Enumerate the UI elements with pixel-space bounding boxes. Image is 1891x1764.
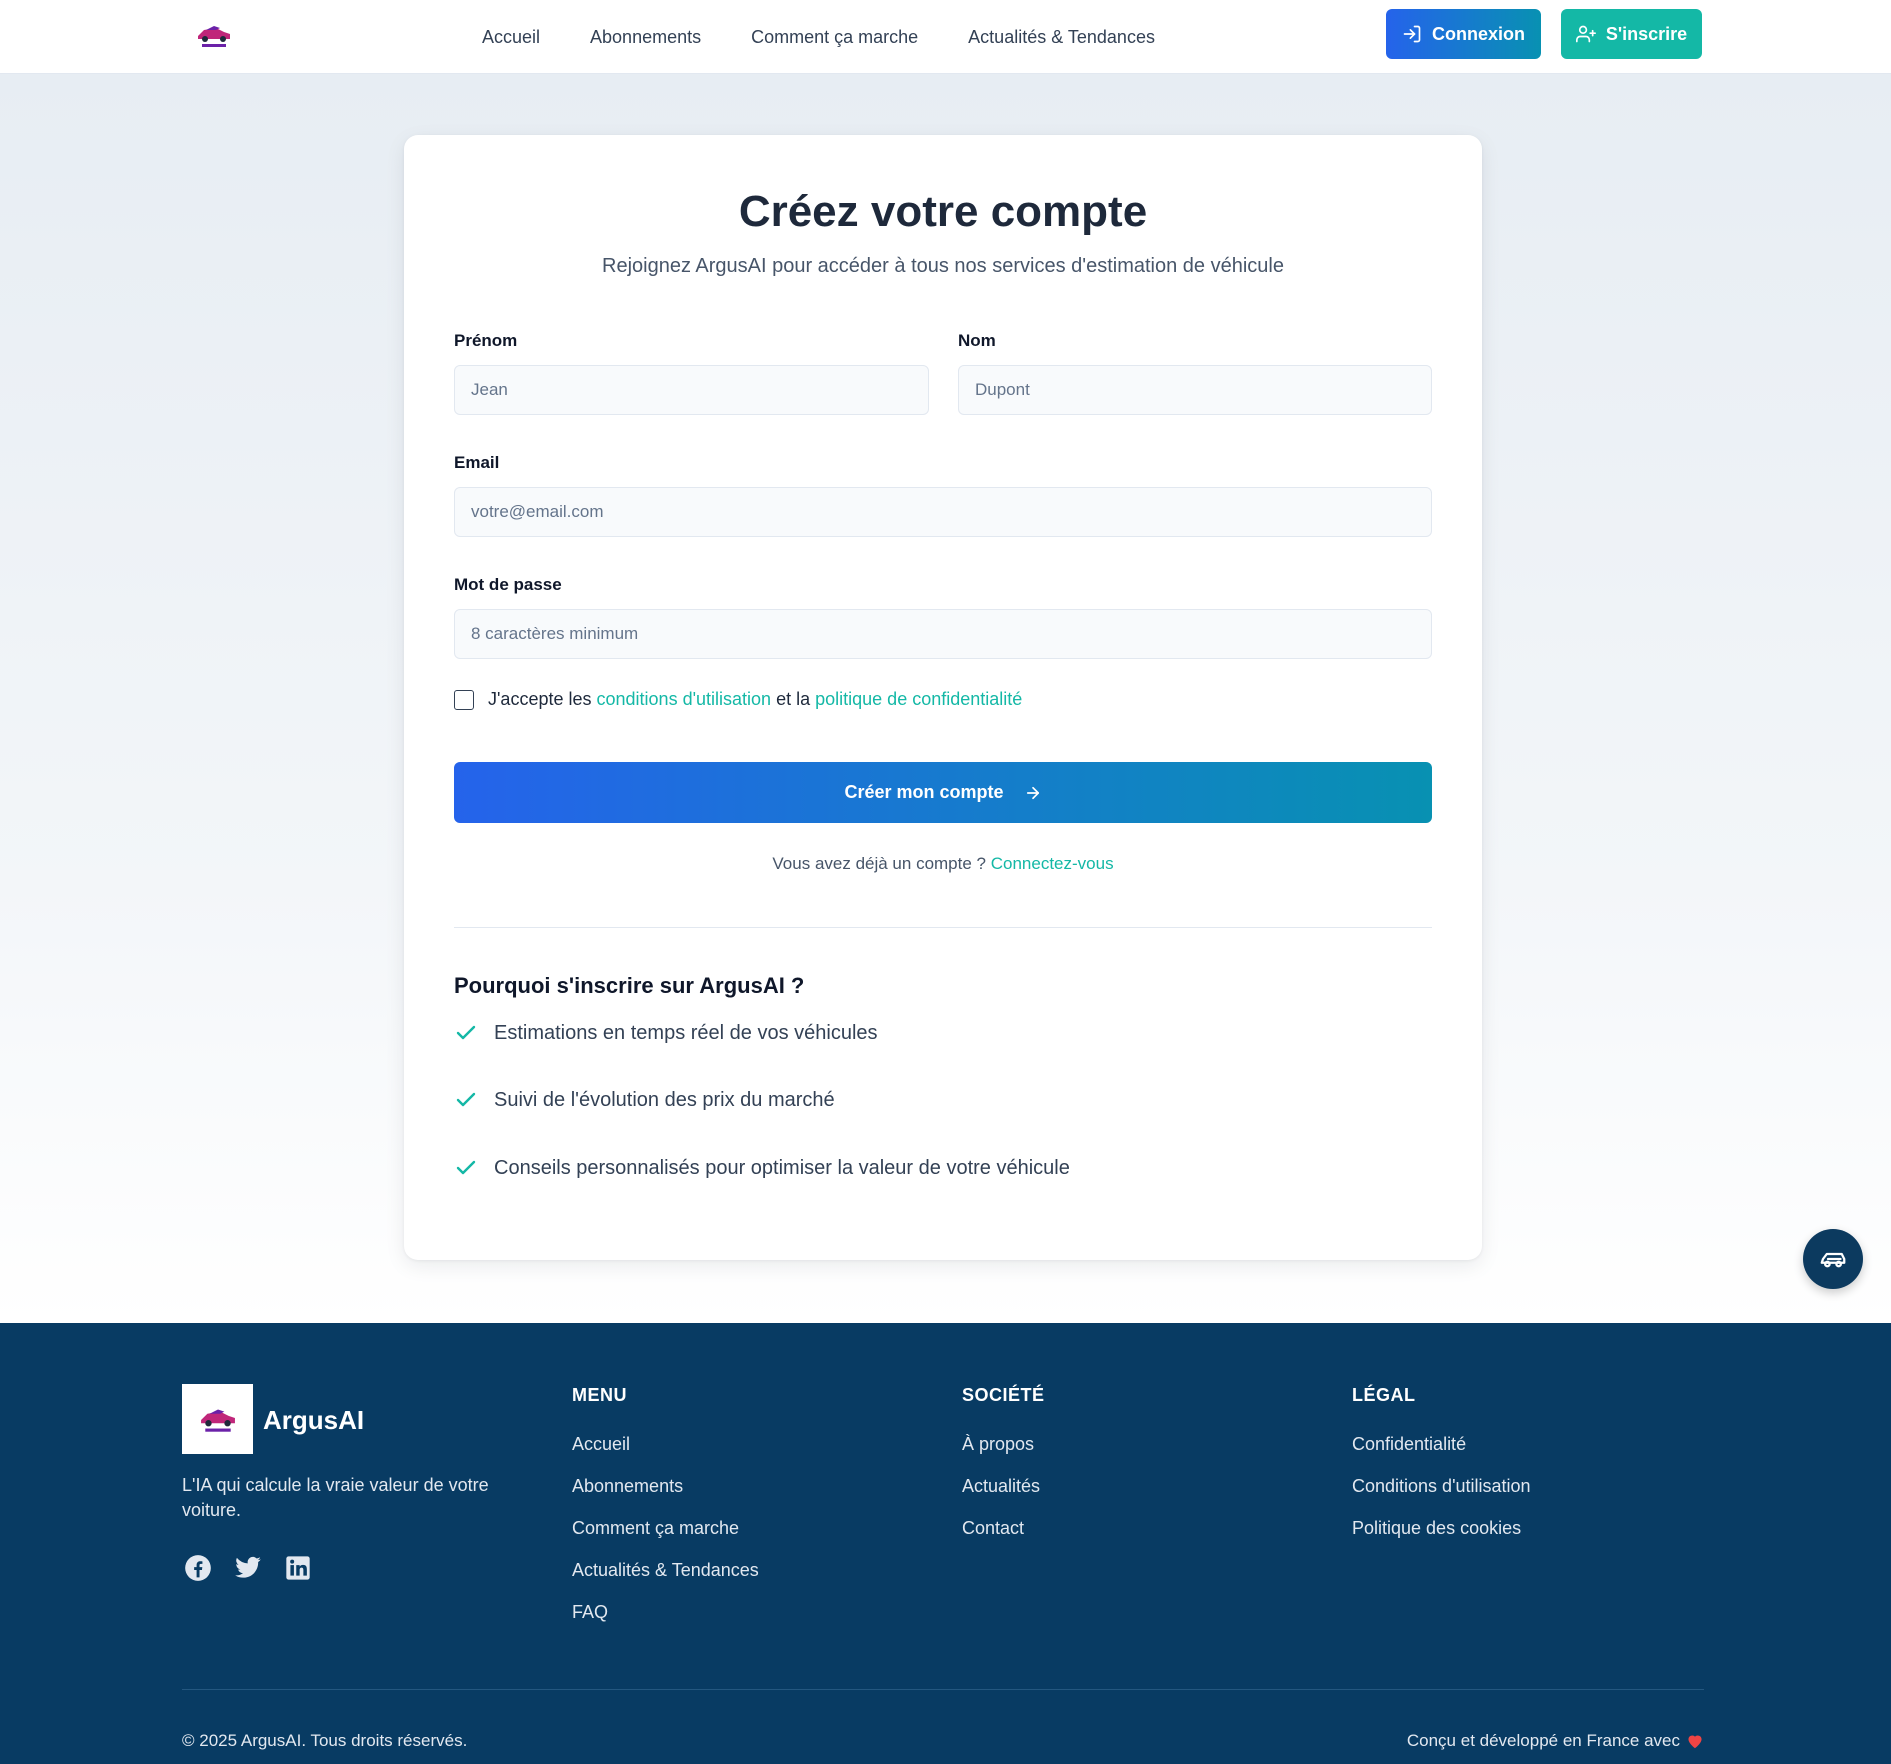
create-account-label: Créer mon compte bbox=[844, 782, 1004, 802]
argusai-logo-icon bbox=[200, 1409, 235, 1432]
last-name-label: Nom bbox=[958, 331, 996, 350]
check-icon bbox=[456, 1092, 476, 1107]
create-account-button[interactable]: Créer mon compte bbox=[454, 762, 1432, 823]
login-icon bbox=[1403, 25, 1421, 43]
nav-accueil[interactable]: Accueil bbox=[482, 27, 540, 48]
arrow-right-icon bbox=[1026, 786, 1039, 799]
site-footer: ArgusAI L'IA qui calcule la vraie valeur… bbox=[0, 1323, 1891, 1764]
password-label: Mot de passe bbox=[454, 575, 562, 594]
footer-link[interactable]: Accueil bbox=[572, 1432, 759, 1457]
footer-tagline: L'IA qui calcule la vraie valeur de votr… bbox=[182, 1475, 489, 1520]
footer-link[interactable]: Confidentialité bbox=[1352, 1432, 1531, 1457]
user-plus-icon bbox=[1575, 25, 1596, 43]
top-header: Accueil Abonnements Comment ça marche Ac… bbox=[0, 0, 1891, 74]
nav-abonnements[interactable]: Abonnements bbox=[590, 27, 701, 48]
nav-actualites-tendances[interactable]: Actualités & Tendances bbox=[968, 27, 1155, 48]
signup-button[interactable]: S'inscrire bbox=[1561, 9, 1702, 59]
nav-comment-ca-marche[interactable]: Comment ça marche bbox=[751, 27, 918, 48]
page-subtitle: Rejoignez ArgusAI pour accéder à tous no… bbox=[602, 255, 1284, 277]
twitter-icon[interactable] bbox=[234, 1554, 262, 1582]
social-links bbox=[184, 1554, 334, 1582]
email-label: Email bbox=[454, 453, 500, 472]
footer-link[interactable]: Actualités bbox=[962, 1474, 1045, 1499]
first-name-input[interactable] bbox=[454, 365, 929, 415]
argusai-logo[interactable] bbox=[194, 18, 234, 52]
why-signup-title: Pourquoi s'inscrire sur ArgusAI ? bbox=[454, 973, 805, 998]
password-input[interactable] bbox=[454, 609, 1432, 659]
login-hint: Vous avez déjà un compte ? Connectez-vou… bbox=[404, 854, 1482, 874]
terms-row: J'accepte les conditions d'utilisation e… bbox=[454, 689, 1022, 710]
footer-link[interactable]: Abonnements bbox=[572, 1474, 759, 1499]
login-link[interactable]: Connectez-vous bbox=[991, 854, 1114, 873]
footer-link[interactable]: À propos bbox=[962, 1432, 1045, 1457]
footer-company-title: SOCIÉTÉ bbox=[962, 1385, 1045, 1405]
terms-checkbox[interactable] bbox=[454, 689, 474, 710]
terms-prefix: J'accepte les bbox=[488, 689, 592, 709]
footer-link[interactable]: Politique des cookies bbox=[1352, 1516, 1531, 1541]
main-nav: Accueil Abonnements Comment ça marche Ac… bbox=[482, 0, 1205, 74]
linkedin-icon[interactable] bbox=[284, 1554, 312, 1582]
copyright: © 2025 ArgusAI. Tous droits réservés. bbox=[182, 1731, 468, 1750]
benefit-item: Suivi de l'évolution des prix du marché bbox=[454, 1088, 835, 1112]
footer-menu-title: MENU bbox=[572, 1385, 627, 1405]
page-title: Créez votre compte bbox=[738, 187, 1148, 236]
benefit-item: Estimations en temps réel de vos véhicul… bbox=[454, 1021, 878, 1045]
check-icon bbox=[456, 1025, 476, 1040]
footer-link[interactable]: FAQ bbox=[572, 1600, 759, 1625]
card-divider bbox=[454, 927, 1432, 928]
email-input[interactable] bbox=[454, 487, 1432, 537]
footer-brand: ArgusAI bbox=[263, 1405, 365, 1435]
facebook-icon[interactable] bbox=[184, 1554, 212, 1582]
footer-legal-column: LÉGAL Confidentialité Conditions d'utili… bbox=[1352, 1385, 1531, 1558]
footer-company-column: SOCIÉTÉ À propos Actualités Contact bbox=[962, 1385, 1045, 1558]
benefit-text: Conseils personnalisés pour optimiser la… bbox=[494, 1156, 1070, 1179]
car-assistant-button[interactable] bbox=[1803, 1229, 1863, 1289]
signup-card: Créez votre compte Rejoignez ArgusAI pou… bbox=[404, 135, 1482, 1260]
footer-link[interactable]: Conditions d'utilisation bbox=[1352, 1474, 1531, 1499]
login-label: Connexion bbox=[1432, 23, 1525, 44]
footer-menu-column: MENU Accueil Abonnements Comment ça marc… bbox=[572, 1385, 759, 1642]
footer-logo[interactable] bbox=[182, 1384, 253, 1454]
made-in-text: Conçu et développé en France avec bbox=[1406, 1731, 1680, 1750]
footer-divider bbox=[182, 1689, 1704, 1690]
privacy-link[interactable]: politique de confidentialité bbox=[815, 689, 1022, 710]
check-icon bbox=[456, 1160, 476, 1175]
login-prompt: Vous avez déjà un compte ? bbox=[772, 854, 986, 873]
footer-legal-title: LÉGAL bbox=[1352, 1385, 1416, 1405]
login-button[interactable]: Connexion bbox=[1386, 9, 1541, 59]
benefit-text: Suivi de l'évolution des prix du marché bbox=[494, 1088, 835, 1111]
car-icon bbox=[1820, 1252, 1846, 1268]
footer-link[interactable]: Comment ça marche bbox=[572, 1516, 759, 1541]
terms-middle: et la bbox=[776, 689, 811, 709]
heart-icon bbox=[1688, 1735, 1702, 1749]
made-in-france: Conçu et développé en France avec bbox=[1407, 1731, 1704, 1751]
footer-link[interactable]: Actualités & Tendances bbox=[572, 1558, 759, 1583]
first-name-label: Prénom bbox=[454, 331, 518, 350]
footer-link[interactable]: Contact bbox=[962, 1516, 1045, 1541]
benefit-text: Estimations en temps réel de vos véhicul… bbox=[494, 1021, 878, 1044]
last-name-input[interactable] bbox=[958, 365, 1432, 415]
signup-label: S'inscrire bbox=[1605, 23, 1688, 44]
benefit-item: Conseils personnalisés pour optimiser la… bbox=[454, 1156, 1070, 1180]
conditions-link[interactable]: conditions d'utilisation bbox=[597, 689, 772, 710]
